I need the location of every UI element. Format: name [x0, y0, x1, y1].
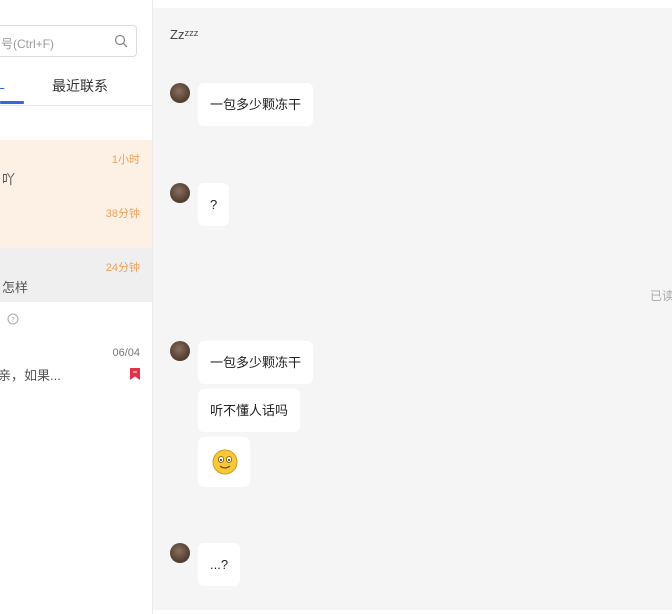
conversation-time: 1小时 — [111, 154, 140, 166]
bookmark-icon — [130, 368, 140, 380]
search-icon[interactable] — [114, 34, 128, 48]
search-placeholder: 号(Ctrl+F) — [1, 37, 54, 51]
conversation-item-group-active[interactable]: 1小时 吖 38分钟 — [0, 140, 152, 248]
message-bubble[interactable]: ? — [198, 183, 230, 226]
message-bubble[interactable]: 一包多少颗冻干 — [198, 83, 314, 126]
conversation-preview: 怎样 — [2, 280, 29, 295]
message-bubble[interactable]: 一包多少颗冻干 — [198, 341, 314, 384]
chat-status-text: Zzᶻᶻᶻ — [170, 27, 199, 42]
conversation-preview: 亲，如果... — [0, 368, 61, 383]
chat-footer-strip — [153, 610, 672, 614]
svg-text:?: ? — [11, 316, 15, 324]
conversation-preview: 吖 — [2, 172, 16, 187]
conversation-time: 06/04 — [112, 347, 140, 359]
avatar[interactable] — [170, 543, 190, 563]
smile-emoji-icon — [212, 449, 238, 475]
conversation-item-selected[interactable]: 24分钟 怎样 — [0, 248, 152, 302]
help-icon[interactable]: ? — [7, 313, 19, 325]
chat-header-strip — [153, 0, 672, 8]
conversation-time: 24分钟 — [105, 262, 140, 274]
read-status-label: 已读 — [649, 289, 672, 303]
conversation-sidebar: 号(Ctrl+F) L 最近联系 1小时 吖 38分钟 24分钟 怎样 ? 06… — [0, 0, 153, 614]
avatar[interactable] — [170, 341, 190, 361]
avatar[interactable] — [170, 83, 190, 103]
tab-active-indicator — [0, 101, 24, 104]
search-input[interactable]: 号(Ctrl+F) — [0, 25, 137, 57]
chat-panel: Zzᶻᶻᶻ 已读 一包多少颗冻干 ? 一包多少颗冻干 听不懂人话吗 ...? — [153, 0, 672, 614]
tab-current[interactable]: L — [0, 76, 5, 92]
conversation-time: 38分钟 — [105, 208, 140, 220]
message-bubble[interactable]: ...? — [198, 543, 241, 586]
avatar[interactable] — [170, 183, 190, 203]
sidebar-tabs: L 最近联系 — [0, 70, 152, 106]
message-bubble-emoji[interactable] — [198, 437, 250, 487]
message-bubble[interactable]: 听不懂人话吗 — [198, 389, 301, 432]
conversation-item[interactable]: 06/04 亲，如果... — [0, 340, 152, 390]
tab-recent-contacts[interactable]: 最近联系 — [52, 76, 108, 96]
